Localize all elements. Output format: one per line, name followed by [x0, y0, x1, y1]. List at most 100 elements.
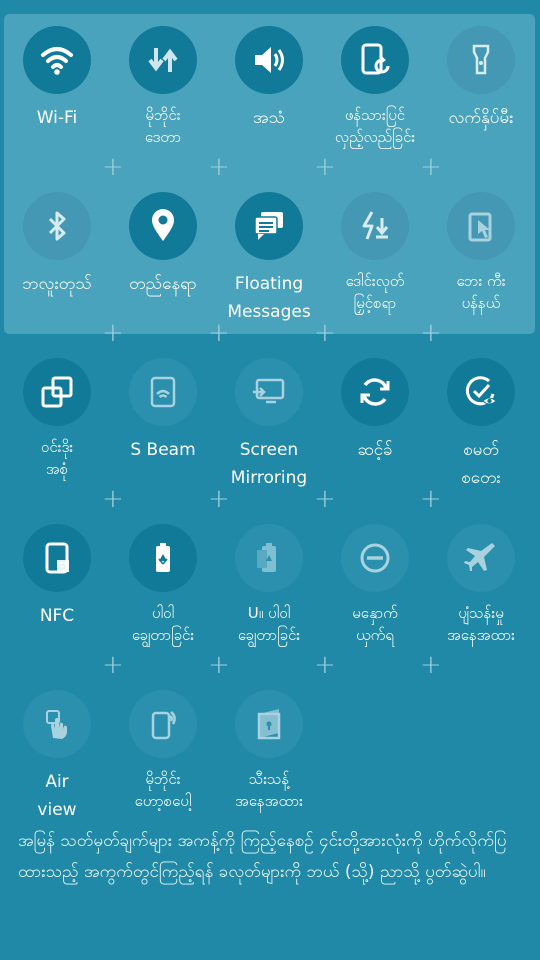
tile-s-beam[interactable]: S Beam — [110, 358, 216, 464]
plus-icon: + — [420, 318, 442, 348]
tile-download-booster[interactable]: ဒေါင်းလုတ် မြှင့်စရာ — [322, 192, 428, 314]
tile-label: ပါဝါ ချွေတာခြင်း — [131, 604, 195, 644]
plus-icon: + — [102, 650, 124, 680]
tile-label: မိုဘိုင်း ဒေတာ — [144, 106, 182, 146]
tile-nfc[interactable]: NFC — [4, 524, 110, 630]
tile-label: တည်နေရာ — [129, 274, 197, 294]
smart-stay-toggle[interactable] — [447, 358, 515, 426]
tile-label: အသံ — [252, 108, 286, 128]
tile-label: Wi-Fi — [36, 108, 78, 128]
ultra-power-saving-icon — [257, 543, 276, 572]
multi-window-icon — [41, 376, 73, 408]
s-beam-icon — [150, 376, 176, 408]
side-key-panel-icon — [468, 212, 492, 242]
wifi-icon — [41, 47, 73, 75]
tile-airplane-mode[interactable]: ပျံသန်းမှု အနေအထား — [428, 524, 534, 646]
tile-multi-window[interactable]: ဝင်းဒိုး အစုံ — [4, 358, 110, 480]
tile-smart-stay[interactable]: စမတ် စတေး — [428, 358, 534, 492]
tile-air-view[interactable]: Air view — [4, 690, 110, 824]
tile-label: လက်နှိပ်မီး — [448, 108, 514, 128]
sync-toggle[interactable] — [341, 358, 409, 426]
tile-screen-mirroring[interactable]: Screen Mirroring — [216, 358, 322, 492]
mobile-data-toggle[interactable] — [129, 26, 197, 94]
plus-icon: + — [420, 152, 442, 182]
tile-wifi[interactable]: Wi-Fi — [4, 26, 110, 132]
instructions-text: အမြန် သတ်မှတ်ချက်များ အကန့်ကို ကြည့်နေစဉ… — [18, 831, 507, 882]
tile-floating-messages[interactable]: Floating Messages — [216, 192, 322, 326]
smart-stay-icon — [465, 376, 497, 406]
sound-toggle[interactable] — [235, 26, 303, 94]
power-saving-toggle[interactable] — [129, 524, 197, 592]
wifi-toggle[interactable] — [23, 26, 91, 94]
bluetooth-toggle[interactable] — [23, 192, 91, 260]
tile-label: U။ ပါဝါ ချွေတာခြင်း — [237, 604, 301, 644]
screen-rotation-toggle[interactable] — [341, 26, 409, 94]
tile-sound[interactable]: အသံ — [216, 26, 322, 132]
plus-icon: + — [314, 484, 336, 514]
tile-label: ဖန်သားပြင် လှည့်လည်ခြင်း — [334, 106, 416, 146]
screen-mirroring-icon — [253, 378, 285, 404]
tile-label: Screen Mirroring — [230, 440, 308, 488]
sync-icon — [360, 378, 390, 406]
sound-icon — [255, 47, 284, 73]
tile-label: သီးသန့် အနေအထား — [235, 770, 303, 810]
tile-label: ဝင်းဒိုး အစုံ — [40, 438, 74, 478]
mobile-hotspot-icon — [151, 711, 176, 740]
air-view-toggle[interactable] — [23, 690, 91, 758]
download-booster-icon — [362, 211, 389, 240]
tile-label: ဒေါင်းလုတ် မြှင့်စရာ — [345, 272, 405, 312]
tile-mobile-hotspot[interactable]: မိုဘိုင်း ဟော့စပေါ့ — [110, 690, 216, 812]
tile-side-key-panel[interactable]: ဘေး ကီး ပန်နယ် — [428, 192, 534, 314]
tile-label: NFC — [39, 606, 75, 626]
tile-bluetooth[interactable]: ဘလူးတုသ် — [4, 192, 110, 298]
plus-icon: + — [314, 318, 336, 348]
airplane-mode-toggle[interactable] — [447, 524, 515, 592]
side-key-panel-toggle[interactable] — [447, 192, 515, 260]
tile-private-mode[interactable]: သီးသန့် အနေအထား — [216, 690, 322, 812]
tile-label: ဆင့်ခ် — [357, 440, 393, 460]
tile-location[interactable]: တည်နေရာ — [110, 192, 216, 298]
mobile-hotspot-toggle[interactable] — [129, 690, 197, 758]
location-icon — [152, 209, 174, 241]
flashlight-icon — [472, 44, 490, 75]
tile-sync[interactable]: ဆင့်ခ် — [322, 358, 428, 464]
nfc-toggle[interactable] — [23, 524, 91, 592]
s-beam-toggle[interactable] — [129, 358, 197, 426]
tile-label: ဘလူးတုသ် — [22, 274, 92, 294]
plus-icon: + — [420, 650, 442, 680]
tile-mobile-data[interactable]: မိုဘိုင်း ဒေတာ — [110, 26, 216, 148]
flashlight-toggle[interactable] — [447, 26, 515, 94]
download-booster-toggle[interactable] — [341, 192, 409, 260]
plus-icon: + — [208, 318, 230, 348]
plus-icon: + — [208, 152, 230, 182]
airplane-mode-icon — [464, 543, 495, 571]
floating-messages-toggle[interactable] — [235, 192, 303, 260]
tile-label: Floating Messages — [227, 274, 311, 322]
plus-icon: + — [314, 152, 336, 182]
plus-icon: + — [102, 484, 124, 514]
mobile-data-icon — [148, 48, 178, 72]
tile-label: Air view — [37, 772, 77, 820]
bluetooth-icon — [48, 211, 66, 241]
plus-icon: + — [420, 484, 442, 514]
tile-power-saving[interactable]: ပါဝါ ချွေတာခြင်း — [110, 524, 216, 646]
plus-icon: + — [208, 484, 230, 514]
tile-label: မိုဘိုင်း ဟော့စပေါ့ — [134, 770, 192, 810]
screen-mirroring-toggle[interactable] — [235, 358, 303, 426]
multi-window-toggle[interactable] — [23, 358, 91, 426]
do-not-disturb-toggle[interactable] — [341, 524, 409, 592]
location-toggle[interactable] — [129, 192, 197, 260]
floating-messages-icon — [254, 212, 283, 240]
tile-label: ဘေး ကီး ပန်နယ် — [456, 272, 506, 312]
nfc-icon — [45, 542, 69, 574]
tile-flashlight[interactable]: လက်နှိပ်မီး — [428, 26, 534, 132]
tile-label: စမတ် စတေး — [461, 440, 501, 488]
power-saving-icon — [156, 543, 170, 572]
tile-do-not-disturb[interactable]: မနှောက် ယှက်ရ — [322, 524, 428, 646]
tile-label: မနှောက် ယှက်ရ — [352, 604, 398, 644]
tile-screen-rotation[interactable]: ဖန်သားပြင် လှည့်လည်ခြင်း — [322, 26, 428, 148]
ultra-power-saving-toggle[interactable] — [235, 524, 303, 592]
private-mode-toggle[interactable] — [235, 690, 303, 758]
tile-label: S Beam — [130, 440, 196, 460]
tile-ultra-power-saving[interactable]: U။ ပါဝါ ချွေတာခြင်း — [216, 524, 322, 646]
